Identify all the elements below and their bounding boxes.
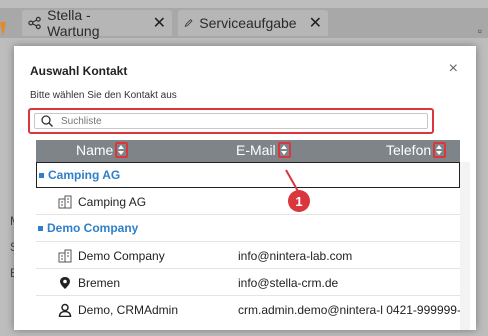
callout-badge: 1 — [288, 190, 310, 212]
callout-arrow — [285, 169, 300, 194]
